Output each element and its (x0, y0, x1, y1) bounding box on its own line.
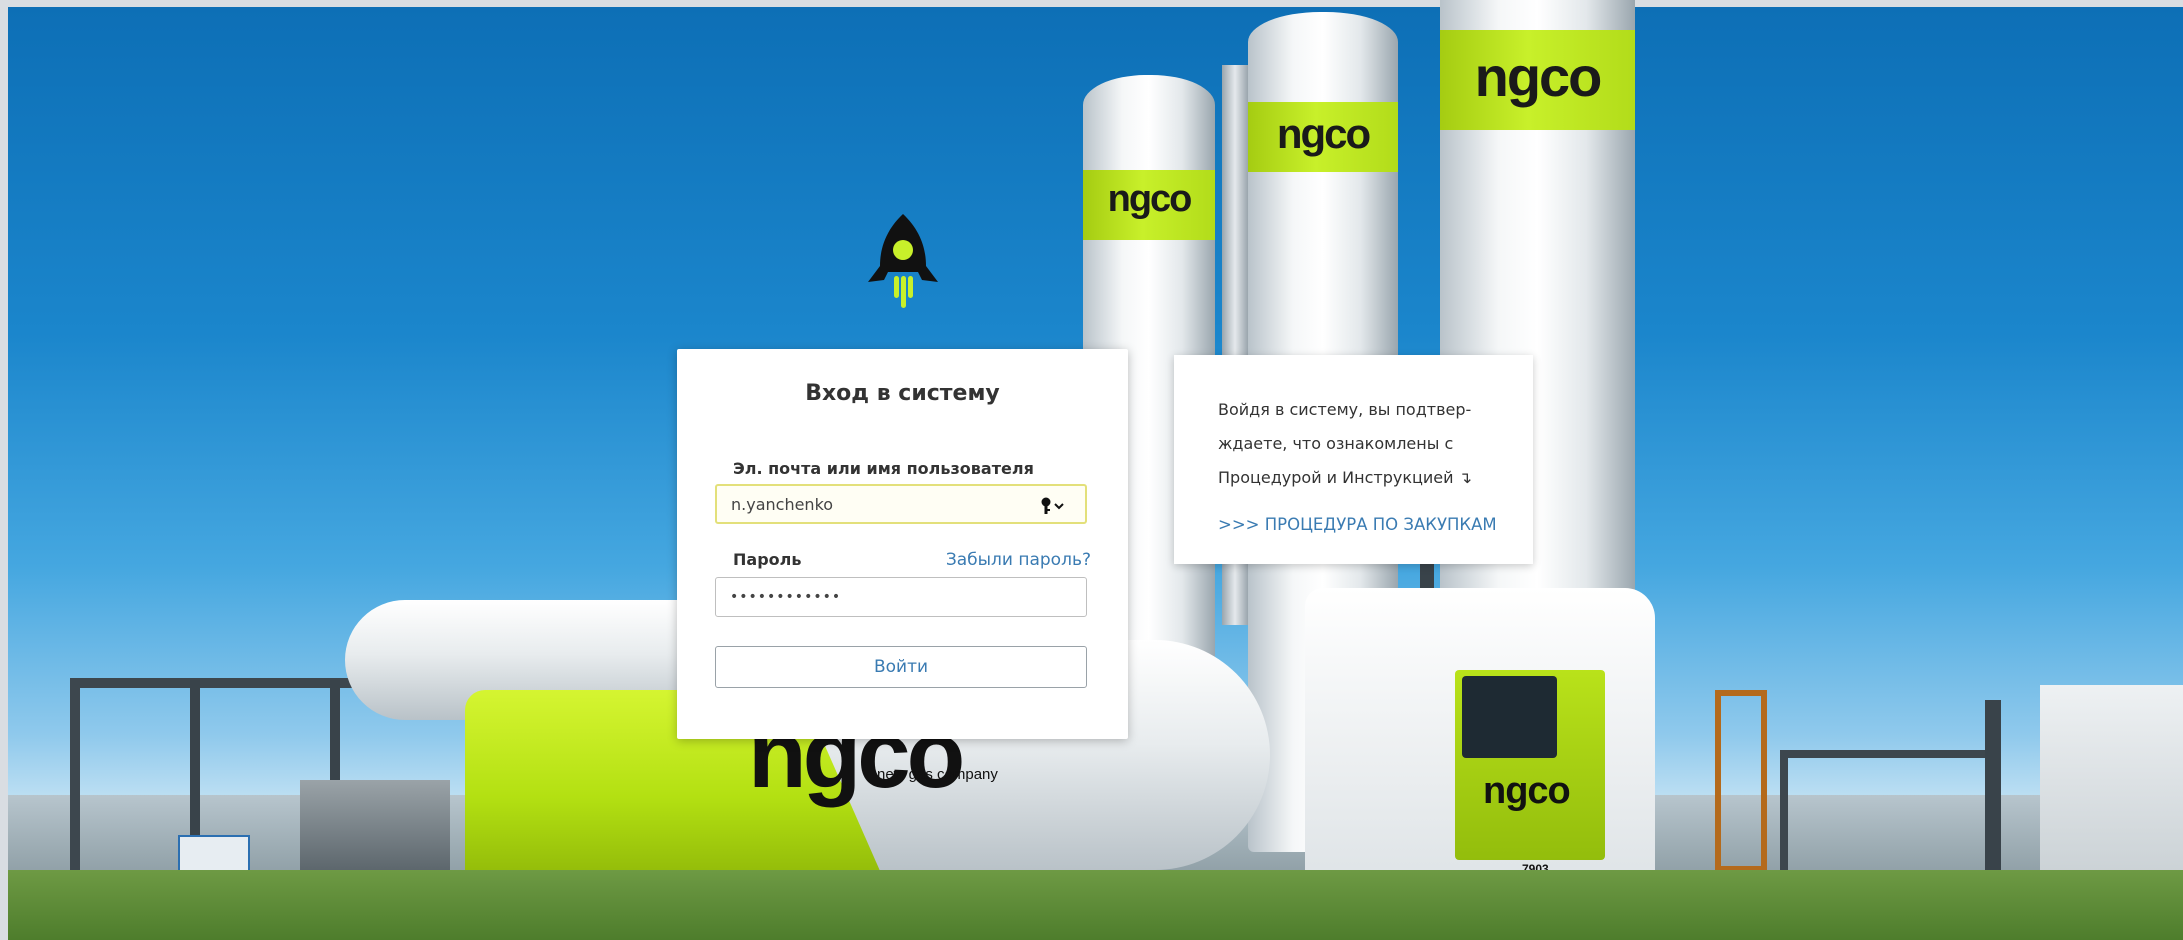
trailer-tagline: new gas company (877, 766, 998, 783)
ground (8, 870, 2183, 940)
info-line: Процедурой и Инструкцией ↴ (1218, 468, 1473, 487)
info-line: Войдя в систему, вы подтвер- (1218, 400, 1472, 419)
tower (1985, 700, 2001, 870)
login-button[interactable]: Войти (715, 646, 1087, 688)
info-card: Войдя в систему, вы подтвер- ждаете, что… (1174, 355, 1533, 564)
forgot-password-link[interactable]: Забыли пароль? (946, 550, 1091, 570)
info-text: Войдя в систему, вы подтвер- ждаете, что… (1218, 393, 1518, 495)
equipment-block (300, 780, 450, 870)
pipe-rack (1780, 750, 1996, 878)
email-label: Эл. почта или имя пользователя (733, 459, 1034, 478)
password-label: Пароль (733, 550, 802, 569)
key-icon[interactable] (1039, 496, 1067, 516)
login-card: Вход в систему Эл. почта или имя пользов… (677, 349, 1128, 739)
truck-window (1462, 676, 1557, 758)
scaffold (1715, 690, 1767, 872)
procurement-procedure-link[interactable]: >>> ПРОЦЕДУРА ПО ЗАКУПКАМ (1218, 515, 1497, 534)
email-field[interactable] (715, 484, 1087, 524)
building (2040, 685, 2183, 885)
password-field[interactable] (715, 577, 1087, 617)
rocket-icon (868, 214, 938, 308)
login-title: Вход в систему (805, 381, 1000, 406)
top-border (0, 0, 2183, 7)
left-border (0, 0, 8, 940)
info-line: ждаете, что ознакомлены с (1218, 434, 1454, 453)
